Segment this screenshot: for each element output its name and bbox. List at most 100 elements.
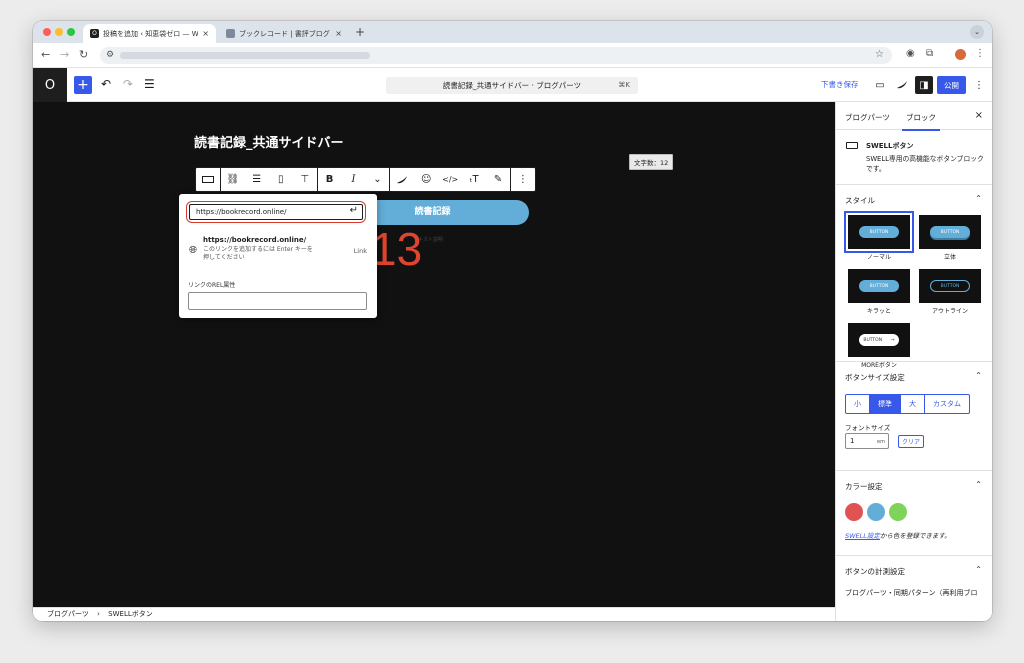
chevron-up-icon: ⌃ [975, 480, 982, 489]
swell-format-icon[interactable] [390, 168, 414, 191]
block-description: SWELL専用の高機能なボタンブロックです。 [866, 155, 984, 173]
highlight-pen-icon[interactable]: ✎ [486, 168, 510, 191]
tab-block[interactable]: ブロック [902, 112, 940, 131]
minimize-window-button[interactable] [55, 28, 63, 36]
link-suggestion-description: このリンクを追加するには Enter キーを押してください [203, 246, 313, 261]
browser-toolbar: ← → ↻ ⚙ ☆ ◉ ⧉ ⋮ [33, 43, 992, 68]
chevron-up-icon: ⌃ [975, 194, 982, 203]
preview-device-icon[interactable]: ▭ [871, 76, 889, 94]
button-size-panel: ボタンサイズ設定 ⌃ 小 標準 大 カスタム フォントサイズ 1 em クリア [836, 362, 992, 471]
block-inserter-button[interactable]: + [74, 76, 92, 94]
word-count-badge: 文字数：12 [629, 154, 674, 170]
wordpress-logo[interactable]: O [33, 68, 67, 102]
italic-icon[interactable]: I [342, 168, 366, 191]
close-tab-icon[interactable]: × [202, 29, 209, 38]
tab-wordpress-editor[interactable]: O 投稿を追加 ‹ 知恵袋ゼロ — WordPress × [83, 24, 216, 43]
submit-enter-icon[interactable]: ↵ [350, 205, 358, 216]
post-title[interactable]: 読書記録_共通サイドバー [194, 132, 344, 151]
style-panel: スタイル ⌃ BUTTON ノーマル BUTTON 立体 BUTTON キラッと… [836, 185, 992, 369]
bold-icon[interactable]: B [318, 168, 342, 191]
browser-window: O 投稿を追加 ‹ 知恵袋ゼロ — WordPress × ブックレコード | … [33, 21, 992, 621]
color-swatch-green[interactable] [889, 503, 907, 521]
font-size-icon[interactable]: ₜT [462, 168, 486, 191]
link-suggestion-type: Link [353, 247, 367, 255]
paint-roller-icon[interactable]: ⊤ [293, 168, 317, 191]
extension-icon[interactable]: ◉ [906, 48, 915, 59]
chevron-up-icon: ⌃ [975, 565, 982, 574]
editor-canvas[interactable]: 読書記録_共通サイドバー 文字数：12 ⛓ ☰ ▯ ⊤ B I ⌄ ☺ </> … [33, 102, 835, 607]
command-palette-bar[interactable]: 読書記録_共通サイドバー · ブログパーツ ⌘K [386, 77, 638, 94]
mobile-display-icon[interactable]: ▯ [269, 168, 293, 191]
address-bar[interactable]: ⚙ ☆ [100, 47, 892, 64]
link-suggestion-url[interactable]: https://bookrecord.online/ [203, 236, 306, 244]
new-tab-button[interactable]: + [355, 25, 365, 39]
site-info-icon[interactable]: ⚙ [106, 50, 114, 60]
style-normal[interactable]: BUTTON ノーマル [844, 211, 914, 261]
tab-title: 投稿を追加 ‹ 知恵袋ゼロ — WordPress [103, 29, 199, 38]
style-panel-header[interactable]: スタイル ⌃ [836, 185, 992, 213]
close-sidebar-icon[interactable]: × [975, 110, 983, 121]
style-outline[interactable]: BUTTON アウトライン [919, 269, 981, 315]
settings-sidebar-toggle-icon[interactable]: ◨ [915, 76, 933, 94]
tab-title: ブックレコード | 書評ブログ [239, 29, 330, 38]
style-shine[interactable]: BUTTON キラッと [848, 269, 910, 315]
color-note: SWELL設定から色を登録できます。 [845, 532, 951, 540]
measurement-panel-header[interactable]: ボタンの計測設定 ⌃ [836, 556, 992, 584]
tab-bookrecord[interactable]: ブックレコード | 書評ブログ × [219, 24, 349, 43]
extensions-puzzle-icon[interactable]: ⧉ [926, 48, 933, 59]
tab-search-icon[interactable]: ⌄ [970, 25, 984, 39]
breadcrumb: ブログパーツ › SWELLボタン [33, 607, 835, 621]
size-custom-button[interactable]: カスタム [925, 395, 969, 413]
shortcut-hint: ⌘K [618, 81, 630, 89]
redo-icon[interactable]: ↷ [123, 77, 133, 91]
color-swatch-blue[interactable] [867, 503, 885, 521]
tab-strip: O 投稿を追加 ‹ 知恵袋ゼロ — WordPress × ブックレコード | … [33, 21, 992, 43]
close-tab-icon[interactable]: × [335, 29, 342, 38]
breadcrumb-item[interactable]: SWELLボタン [108, 610, 153, 618]
back-icon[interactable]: ← [41, 49, 50, 61]
more-format-chevron-icon[interactable]: ⌄ [365, 168, 389, 191]
document-overview-icon[interactable]: ☰ [144, 77, 155, 91]
options-menu-icon[interactable]: ⋮ [970, 76, 988, 94]
color-panel: カラー設定 ⌃ SWELL設定から色を登録できます。 [836, 471, 992, 556]
color-swatch-red[interactable] [845, 503, 863, 521]
size-small-button[interactable]: 小 [846, 395, 870, 413]
undo-icon[interactable]: ↶ [101, 77, 111, 91]
url-input[interactable]: https://bookrecord.online/ [189, 204, 363, 220]
tab-blog-parts[interactable]: ブログパーツ [845, 112, 890, 123]
size-large-button[interactable]: 大 [901, 395, 925, 413]
profile-avatar[interactable] [955, 49, 966, 60]
button-size-panel-header[interactable]: ボタンサイズ設定 ⌃ [836, 362, 992, 390]
bookmark-star-icon[interactable]: ☆ [875, 49, 884, 60]
breadcrumb-item[interactable]: ブログパーツ [47, 610, 89, 618]
rel-attribute-input[interactable] [188, 292, 367, 310]
url-input-highlight: https://bookrecord.online/ ↵ [186, 201, 366, 223]
close-window-button[interactable] [43, 28, 51, 36]
reload-icon[interactable]: ↻ [79, 49, 88, 61]
save-draft-button[interactable]: 下書き保存 [821, 79, 859, 90]
link-icon[interactable]: ⛓ [221, 168, 245, 191]
font-size-input[interactable]: 1 em [845, 433, 889, 449]
align-icon[interactable]: ☰ [245, 168, 269, 191]
color-panel-header[interactable]: カラー設定 ⌃ [836, 471, 992, 499]
publish-button[interactable]: 公開 [937, 76, 966, 94]
swell-settings-link[interactable]: SWELL設定 [845, 532, 880, 540]
maximize-window-button[interactable] [67, 28, 75, 36]
block-toolbar: ⛓ ☰ ▯ ⊤ B I ⌄ ☺ </> ₜT ✎ ⋮ [195, 167, 536, 192]
clear-button[interactable]: クリア [898, 435, 925, 448]
block-options-icon[interactable]: ⋮ [511, 168, 535, 191]
document-title: 読書記録_共通サイドバー · ブログパーツ [442, 81, 582, 90]
forward-icon[interactable]: → [60, 49, 69, 61]
button-size-group: 小 標準 大 カスタム [845, 394, 970, 414]
swell-logo-icon[interactable] [893, 76, 911, 94]
browser-menu-icon[interactable]: ⋮ [975, 48, 985, 59]
style-3d[interactable]: BUTTON 立体 [919, 215, 981, 261]
emoji-icon[interactable]: ☺ [414, 168, 438, 191]
measurement-panel: ボタンの計測設定 ⌃ ブログパーツ・同期パターン（再利用ブロ [836, 556, 992, 604]
wordpress-favicon-icon: O [90, 29, 99, 38]
block-type-button-icon[interactable] [196, 168, 220, 191]
arrow-right-icon: → [890, 337, 895, 343]
code-icon[interactable]: </> [438, 168, 462, 191]
size-standard-button[interactable]: 標準 [870, 395, 901, 413]
annotation-number: 13 [371, 223, 423, 275]
